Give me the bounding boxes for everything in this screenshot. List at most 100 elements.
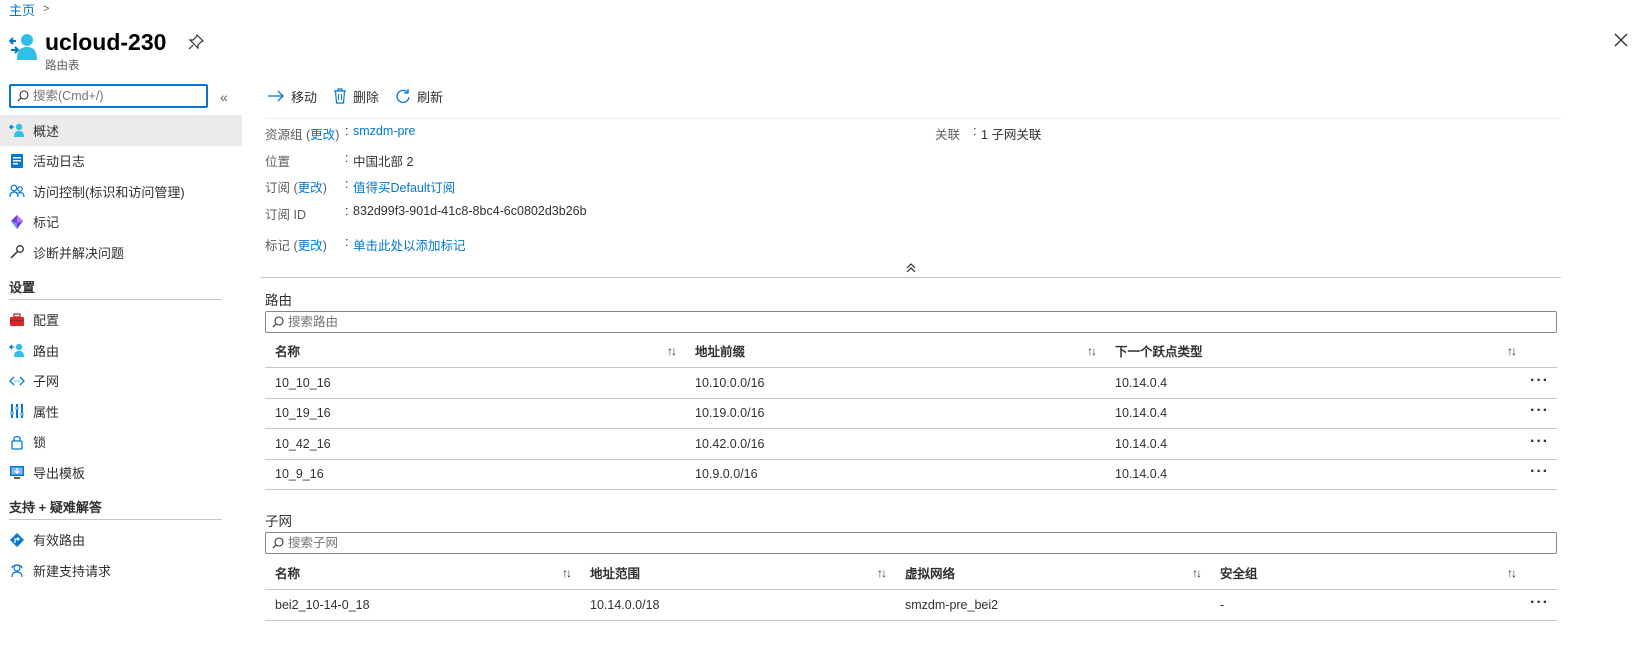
collapse-sidebar-icon[interactable]: « (220, 89, 228, 105)
refresh-button[interactable]: 刷新 (395, 87, 443, 106)
delete-button[interactable]: 删除 (333, 87, 379, 106)
route-name: 10_10_16 (275, 375, 331, 390)
subnets-section-title: 子网 (265, 514, 292, 529)
add-tags-link[interactable]: 单击此处以添加标记 (353, 235, 466, 254)
sidebar-item-label: 概述 (33, 123, 60, 139)
divider (9, 518, 222, 520)
sidebar-item-diagnose[interactable]: 诊断并解决问题 (0, 237, 242, 268)
route-table-icon (9, 34, 37, 60)
change-tags-link[interactable]: 更改 (298, 239, 323, 253)
more-options-icon[interactable]: ··· (1530, 402, 1549, 420)
route-icon (9, 342, 25, 358)
sidebar-search[interactable] (9, 84, 208, 108)
activity-log-icon (9, 153, 25, 169)
route-prefix: 10.19.0.0/16 (695, 406, 765, 421)
sidebar-item-label: 新建支持请求 (33, 563, 112, 579)
subnets-search[interactable] (265, 532, 1557, 554)
sidebar-item-label: 标记 (33, 215, 60, 231)
arrow-right-icon (268, 90, 284, 102)
close-icon[interactable] (1613, 32, 1629, 48)
pin-icon[interactable] (188, 34, 205, 50)
sort-icon[interactable]: ↑↓ (1507, 344, 1517, 358)
breadcrumb-home-link[interactable]: 主页 (9, 0, 35, 19)
sidebar-item-label: 子网 (33, 374, 60, 390)
support-heading: 支持 + 疑难解答 (9, 499, 102, 515)
subnet-icon (9, 373, 25, 389)
table-row[interactable]: 10_19_16 10.19.0.0/16 10.14.0.4 ··· (265, 399, 1557, 429)
sidebar-item-subnets[interactable]: 子网 (0, 366, 242, 397)
more-options-icon[interactable]: ··· (1530, 372, 1549, 390)
essentials-tags: 标记 (更改) : 单击此处以添加标记 (265, 235, 466, 254)
more-options-icon[interactable]: ··· (1530, 594, 1549, 612)
table-row[interactable]: bei2_10-14-0_18 10.14.0.0/18 smzdm-pre_b… (265, 590, 1557, 621)
route-next-hop: 10.14.0.4 (1115, 406, 1168, 421)
settings-heading: 设置 (9, 279, 36, 295)
sidebar-item-routes[interactable]: 路由 (0, 335, 242, 366)
route-name: 10_19_16 (275, 406, 331, 421)
subnet-address-range: 10.14.0.0/18 (590, 597, 660, 612)
routes-search[interactable] (265, 311, 1557, 333)
table-row[interactable]: 10_10_16 10.10.0.0/16 10.14.0.4 ··· (265, 368, 1557, 399)
essentials-subscription-id: 订阅 ID : 832d99f3-901d-41c8-8bc4-6c0802d3… (265, 204, 587, 222)
column-header-security-group[interactable]: 安全组 ↑↓ (1210, 556, 1525, 589)
route-next-hop: 10.14.0.4 (1115, 467, 1168, 482)
sidebar-item-locks[interactable]: 锁 (0, 427, 242, 458)
change-subscription-link[interactable]: 更改 (298, 181, 323, 195)
sort-icon[interactable]: ↑↓ (877, 566, 887, 580)
search-icon (17, 90, 29, 102)
sort-icon[interactable]: ↑↓ (1507, 566, 1517, 580)
move-button[interactable]: 移动 (267, 87, 317, 106)
change-resource-group-link[interactable]: 更改 (310, 128, 335, 142)
table-row[interactable]: 10_9_16 10.9.0.0/16 10.14.0.4 ··· (265, 460, 1557, 490)
sidebar-search-input[interactable] (33, 89, 193, 103)
column-header-name[interactable]: 名称 ↑↓ (265, 334, 685, 367)
column-header-name[interactable]: 名称 ↑↓ (265, 556, 580, 589)
divider (9, 298, 222, 300)
association-label: 关联 (935, 128, 961, 142)
more-options-icon[interactable]: ··· (1530, 463, 1549, 481)
column-header-virtual-network[interactable]: 虚拟网络 ↑↓ (895, 556, 1210, 589)
trash-icon (334, 88, 347, 104)
sort-icon[interactable]: ↑↓ (667, 344, 677, 358)
sidebar-item-configuration[interactable]: 配置 (0, 305, 242, 336)
toolbox-icon (9, 312, 25, 328)
sidebar-item-tags[interactable]: 标记 (0, 207, 242, 238)
sidebar-item-activity-log[interactable]: 活动日志 (0, 146, 242, 177)
toolbar-divider (265, 118, 1561, 119)
resource-group-link[interactable]: smzdm-pre (353, 124, 416, 143)
command-bar: 移动 删除 刷新 (267, 84, 1561, 108)
routes-search-input[interactable] (288, 315, 688, 329)
subnet-name: bei2_10-14-0_18 (275, 597, 370, 612)
column-header-next-hop-type[interactable]: 下一个跃点类型 ↑↓ (1105, 334, 1525, 367)
sidebar-nav: 概述 活动日志 访问控制(标识和访问管理) 标记 诊断并解决问题 设置 配置 路… (0, 115, 242, 586)
subscription-link[interactable]: 值得买Default订阅 (353, 177, 455, 196)
sidebar-item-properties[interactable]: 属性 (0, 396, 242, 427)
lock-icon (9, 434, 25, 450)
tags-label: 标记 (265, 239, 291, 253)
essentials-location: 位置 : 中国北部 2 (265, 151, 414, 169)
column-header-address-range[interactable]: 地址范围 ↑↓ (580, 556, 895, 589)
main-content: 移动 删除 刷新 资源组 (更改) : smzdm-pre 位置 : 中国北部 … (261, 84, 1561, 621)
sidebar-item-effective-routes[interactable]: 有效路由 (0, 525, 242, 556)
sidebar-item-label: 诊断并解决问题 (33, 245, 125, 261)
subnets-search-input[interactable] (288, 536, 688, 550)
table-row[interactable]: 10_42_16 10.42.0.0/16 10.14.0.4 ··· (265, 429, 1557, 460)
subscription-id-label: 订阅 ID (265, 208, 306, 222)
column-header-address-prefix[interactable]: 地址前缀 ↑↓ (685, 334, 1105, 367)
sidebar-item-access-control[interactable]: 访问控制(标识和访问管理) (0, 176, 242, 207)
sort-icon[interactable]: ↑↓ (1087, 344, 1097, 358)
essentials-association: 关联 : 1 子网关联 (935, 124, 1042, 142)
more-options-icon[interactable]: ··· (1530, 433, 1549, 451)
collapse-essentials-icon[interactable] (905, 262, 917, 274)
sidebar-item-label: 锁 (33, 435, 47, 451)
sidebar-item-export-template[interactable]: 导出模板 (0, 457, 242, 488)
search-icon (272, 316, 284, 328)
wrench-icon (9, 244, 25, 260)
sidebar-item-new-support-request[interactable]: 新建支持请求 (0, 555, 242, 586)
sort-icon[interactable]: ↑↓ (1192, 566, 1202, 580)
route-prefix: 10.10.0.0/16 (695, 375, 765, 390)
effective-routes-icon (9, 532, 25, 548)
sort-icon[interactable]: ↑↓ (562, 566, 572, 580)
resource-group-label: 资源组 (265, 128, 303, 142)
sidebar-item-overview[interactable]: 概述 (0, 115, 242, 146)
